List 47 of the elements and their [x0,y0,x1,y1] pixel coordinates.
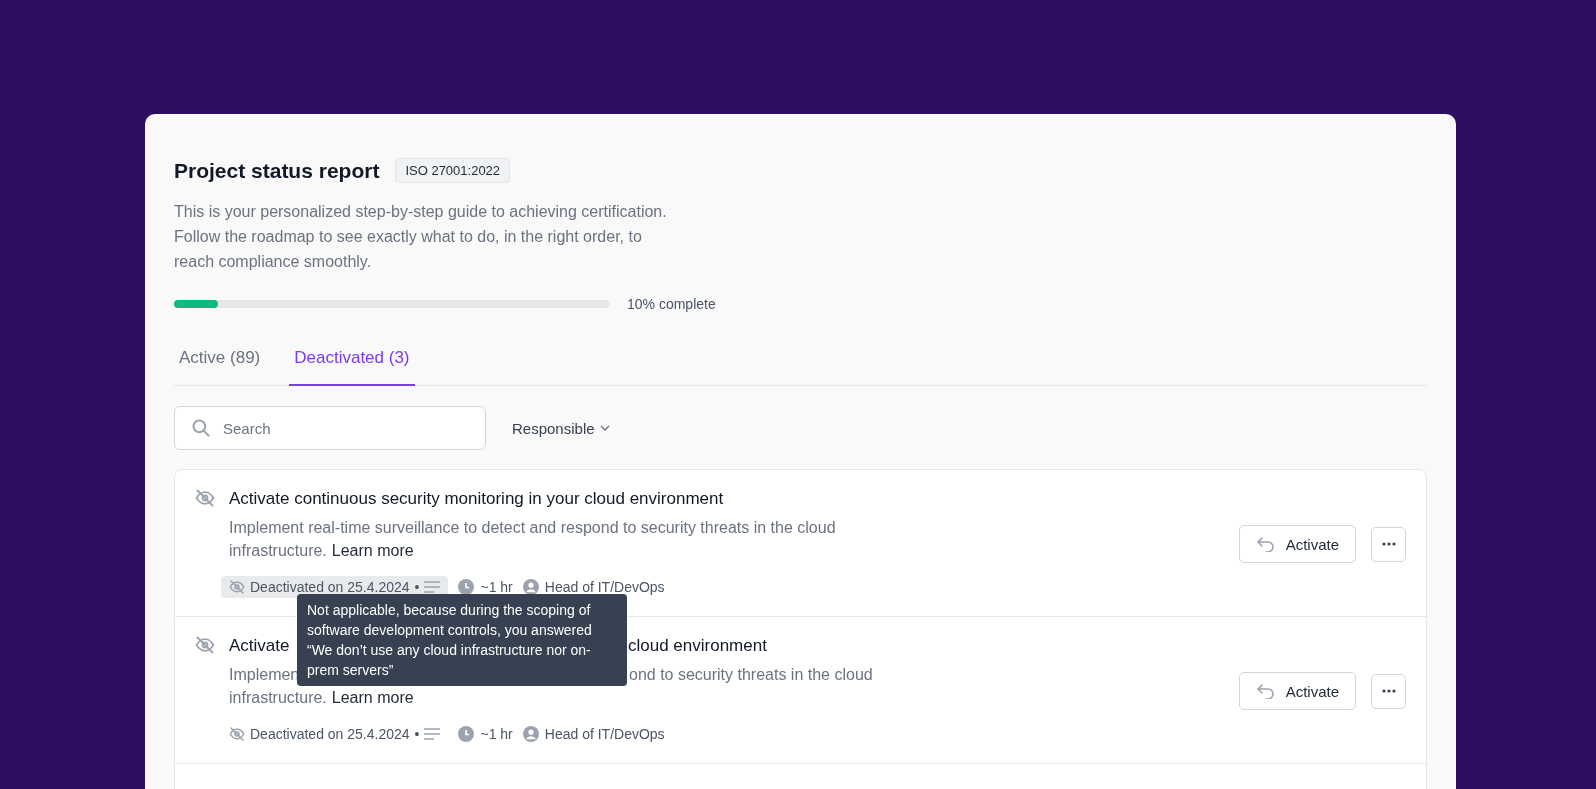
eye-off-icon [229,579,245,595]
activate-button[interactable]: Activate [1238,672,1356,710]
more-button[interactable] [1371,673,1406,709]
tooltip: Not applicable, because during the scoping of software development controls, you answered “We don’t use any cloud infrastructure nor on-prem servers” [297,594,627,686]
search-icon [191,418,211,438]
eye-off-icon [195,635,215,655]
ellipsis-icon [1381,542,1396,546]
duration: ~1 hr [480,726,513,742]
progress-label: 10% complete [627,296,716,312]
task-title: cloud environment [628,636,767,655]
learn-more-link[interactable]: Learn more [331,686,414,709]
deactivated-date: Deactivated on 25.4.2024 [250,726,410,742]
deactivated-chip[interactable]: Deactivated on 25.4.2024 • [221,723,449,745]
person-icon [522,579,539,595]
separator-dot: • [414,726,420,742]
text-lines-icon [424,581,441,593]
task-title: Activate [229,636,290,655]
person-icon [522,726,539,742]
ellipsis-icon [1381,689,1396,693]
activate-button[interactable]: Activate [1238,525,1356,563]
task-description: Implemen [229,666,300,683]
more-button[interactable] [1371,526,1406,562]
clock-icon [458,726,475,742]
task-description: Implement real-time surveillance to detect and respond to security threats in the cloud [229,519,836,536]
page-title: Project status report [174,158,380,183]
clock-icon [458,579,475,595]
duration: ~1 hr [480,579,513,595]
eye-off-icon [229,726,245,742]
task-description: infrastructure. [229,541,327,561]
search-field[interactable]: Search [174,406,486,450]
responsible-role: Head of IT/DevOps [544,579,665,595]
standard-badge: ISO 27001:2022 [395,158,511,183]
responsible-role: Head of IT/DevOps [544,726,665,742]
responsible-filter[interactable]: Responsible [512,419,611,437]
undo-arrow-icon [1255,683,1276,699]
deactivated-date: Deactivated on 25.4.2024 [250,579,410,595]
tab[interactable]: Active (89) [174,334,266,386]
separator-dot: • [414,579,420,595]
tab[interactable]: Deactivated (3) [289,334,415,386]
task-title: Activate continuous security monitoring in your cloud environment [229,489,724,508]
eye-off-icon [195,488,215,508]
task-description: infrastructure. [229,688,327,708]
task-description: ond to security threats in the cloud [629,666,873,683]
page-description: This is your personalized step-by-step guide to achieving certification. Follow the roadmap to see exactly what to do, in the right order, to reach compliance smoothly. [174,202,668,272]
learn-more-link[interactable]: Learn more [331,539,414,562]
undo-arrow-icon [1255,536,1276,552]
text-lines-icon [424,728,441,740]
